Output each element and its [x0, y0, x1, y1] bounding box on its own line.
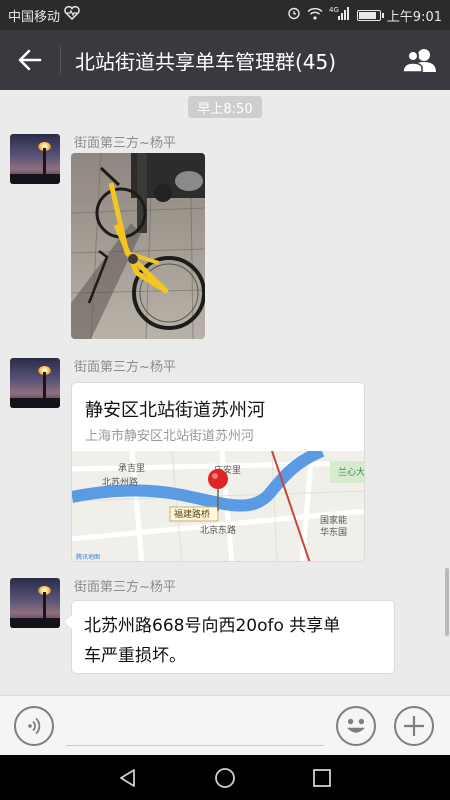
map-label: 福建路桥 — [174, 508, 210, 520]
message-input[interactable] — [66, 706, 324, 746]
chat-title: 北站街道共享单车管理群(45) — [75, 49, 337, 74]
status-bar: 中国移动 4G 上午9:01 — [0, 0, 450, 30]
square-recents-icon — [312, 768, 331, 787]
map-label: 北苏州路 — [102, 476, 138, 488]
group-members-icon — [402, 49, 436, 73]
voice-input-button[interactable] — [14, 706, 54, 746]
back-arrow-icon — [18, 49, 42, 71]
sender-avatar[interactable] — [10, 578, 60, 628]
more-options-button[interactable] — [394, 706, 434, 746]
title-divider — [60, 45, 61, 75]
map-label: 华东国 — [320, 526, 347, 538]
circle-home-icon — [215, 767, 235, 788]
system-nav-bar — [0, 755, 450, 800]
voice-icon — [28, 717, 41, 735]
location-title: 静安区北站街道苏州河 — [85, 400, 265, 421]
heart-pulse-icon — [64, 5, 80, 24]
map-label: 兰心大 — [338, 466, 365, 478]
wifi-icon — [307, 7, 323, 24]
input-bar — [0, 695, 450, 755]
nav-recents-button[interactable] — [302, 758, 342, 798]
map-label: 北京东路 — [200, 524, 236, 536]
clock-label: 上午9:01 — [386, 9, 442, 25]
message-text-line-2: 车严重损坏。 — [84, 646, 186, 666]
chat-title-bar: 北站街道共享单车管理群(45) — [0, 30, 450, 90]
sender-avatar[interactable] — [10, 134, 60, 184]
location-card[interactable]: 静安区北站街道苏州河 上海市静安区北站街道苏州河 承吉里 庆安里 北苏州路 北京… — [71, 382, 365, 562]
chat-messages[interactable]: 早上8:50 街面第三方~杨平 街面第三方~杨平 静安区北站街道苏州河 上海市静… — [0, 90, 450, 695]
sender-name: 街面第三方~杨平 — [74, 136, 176, 151]
back-button[interactable] — [0, 30, 60, 90]
map-logo: 腾讯地图 — [76, 553, 100, 561]
nav-home-button[interactable] — [205, 758, 245, 798]
message-text-line-1: 北苏州路668号向西20ofo 共享单 — [84, 616, 341, 636]
sender-avatar[interactable] — [10, 358, 60, 408]
location-map: 承吉里 庆安里 北苏州路 北京东路 兰心大 国家能 华东国 福建路桥 腾讯地图 — [72, 445, 365, 561]
chat-scrollbar[interactable] — [445, 568, 449, 636]
battery-fill — [358, 11, 376, 19]
nav-back-button[interactable] — [108, 758, 148, 798]
message-timestamp: 早上8:50 — [188, 96, 262, 118]
damaged-bike-photo[interactable] — [71, 153, 205, 339]
sender-name: 街面第三方~杨平 — [74, 360, 176, 375]
map-image: 承吉里 庆安里 北苏州路 北京东路 兰心大 国家能 华东国 福建路桥 腾讯地图 — [72, 445, 365, 561]
map-label: 国家能 — [320, 514, 347, 526]
battery-icon — [356, 9, 384, 21]
group-members-button[interactable] — [390, 30, 450, 90]
network-type-label: 4G — [329, 6, 339, 14]
location-address: 上海市静安区北站街道苏州河 — [85, 429, 255, 444]
signal-icon: 4G — [329, 6, 351, 24]
plus-icon — [404, 716, 424, 736]
text-bubble[interactable]: 北苏州路668号向西20ofo 共享单 车严重损坏。 — [65, 600, 395, 674]
carrier-label: 中国移动 — [8, 9, 61, 25]
emoji-icon — [347, 718, 365, 733]
map-label: 承吉里 — [118, 463, 145, 474]
sender-name: 街面第三方~杨平 — [74, 580, 176, 595]
bike-photo-image — [71, 153, 205, 339]
triangle-back-icon — [120, 768, 136, 787]
emoji-button[interactable] — [336, 706, 376, 746]
alarm-icon — [287, 6, 301, 24]
